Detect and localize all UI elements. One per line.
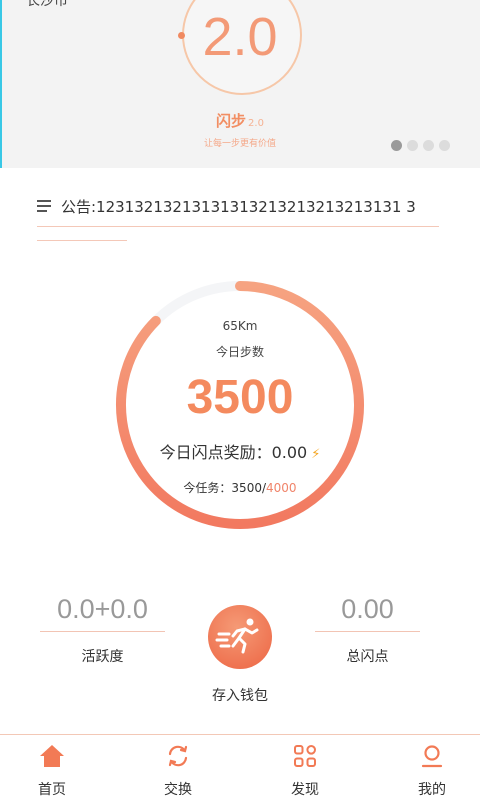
activity-label: 活跃度 xyxy=(81,649,124,665)
grid-icon xyxy=(294,745,317,767)
banner-carousel[interactable]: 长沙市 2.0 闪步 2.0 让每一步更有价值 xyxy=(0,0,480,168)
banner-edge-strip xyxy=(0,0,2,168)
activity-value: 0.0+0.0 xyxy=(57,594,148,624)
distance-text: 65Km xyxy=(222,319,258,333)
home-icon xyxy=(40,745,64,767)
banner-slogan: 让每一步更有价值 xyxy=(203,139,276,149)
reward-row: 今日闪点奖励：0.00 ⚡ xyxy=(110,439,370,463)
carousel-pager[interactable] xyxy=(391,140,450,151)
deposit-wallet-button[interactable] xyxy=(205,602,275,672)
tab-exchange[interactable]: 交换 xyxy=(138,743,218,799)
points-label: 总闪点 xyxy=(346,649,389,665)
points-value: 0.00 xyxy=(341,594,394,624)
task-row: 今任务：3500/4000 xyxy=(110,479,370,496)
task-goal: 4000 xyxy=(266,481,297,495)
tab-discover[interactable]: 发现 xyxy=(265,743,345,799)
activity-stat: 0.0+0.0 活跃度 xyxy=(40,594,165,666)
banner-brand: 闪步 2.0 xyxy=(200,110,280,131)
announcement-bar[interactable]: 公告:12313213213131313213213213213131 3 xyxy=(37,196,437,220)
task-label: 今任务：3500/ xyxy=(183,481,267,495)
pager-dot[interactable] xyxy=(439,140,450,151)
steps-label: 今日步数 xyxy=(215,345,264,359)
location-text: 长沙市 xyxy=(26,0,68,9)
tab-mine[interactable]: 我的 xyxy=(392,743,472,799)
deposit-wallet-label[interactable]: 存入钱包 xyxy=(190,685,290,705)
tab-exchange-label: 交换 xyxy=(164,782,192,798)
points-stat: 0.00 总闪点 xyxy=(315,594,420,666)
tab-discover-label: 发现 xyxy=(291,782,319,798)
banner-brand-version: 2.0 xyxy=(248,118,264,129)
list-icon xyxy=(37,200,51,212)
banner-brand-name: 闪步 xyxy=(216,112,247,130)
exchange-icon xyxy=(168,745,188,767)
announcement-text: 公告:12313213213131313213213213213131 3 xyxy=(61,198,416,216)
divider-short xyxy=(37,240,127,241)
activity-underline xyxy=(40,631,165,632)
tab-mine-label: 我的 xyxy=(418,782,446,798)
divider xyxy=(37,226,439,227)
bottom-tab-bar: 首页 交换 发现 我的 xyxy=(0,734,480,801)
user-icon xyxy=(421,745,443,768)
steps-count: 3500 xyxy=(186,371,294,424)
banner-version-number: 2.0 xyxy=(202,7,278,67)
tab-home[interactable]: 首页 xyxy=(12,743,92,799)
tab-home-label: 首页 xyxy=(38,782,66,798)
lightning-icon: ⚡ xyxy=(311,447,321,462)
ring-content: 65Km 今日步数 3500 今日闪点奖励：0.00 ⚡ 今任务：3500/400… xyxy=(110,275,370,535)
pager-dot[interactable] xyxy=(391,140,402,151)
points-underline xyxy=(315,631,420,632)
pager-dot[interactable] xyxy=(407,140,418,151)
reward-text: 今日闪点奖励：0.00 xyxy=(159,443,308,462)
pager-dot[interactable] xyxy=(423,140,434,151)
